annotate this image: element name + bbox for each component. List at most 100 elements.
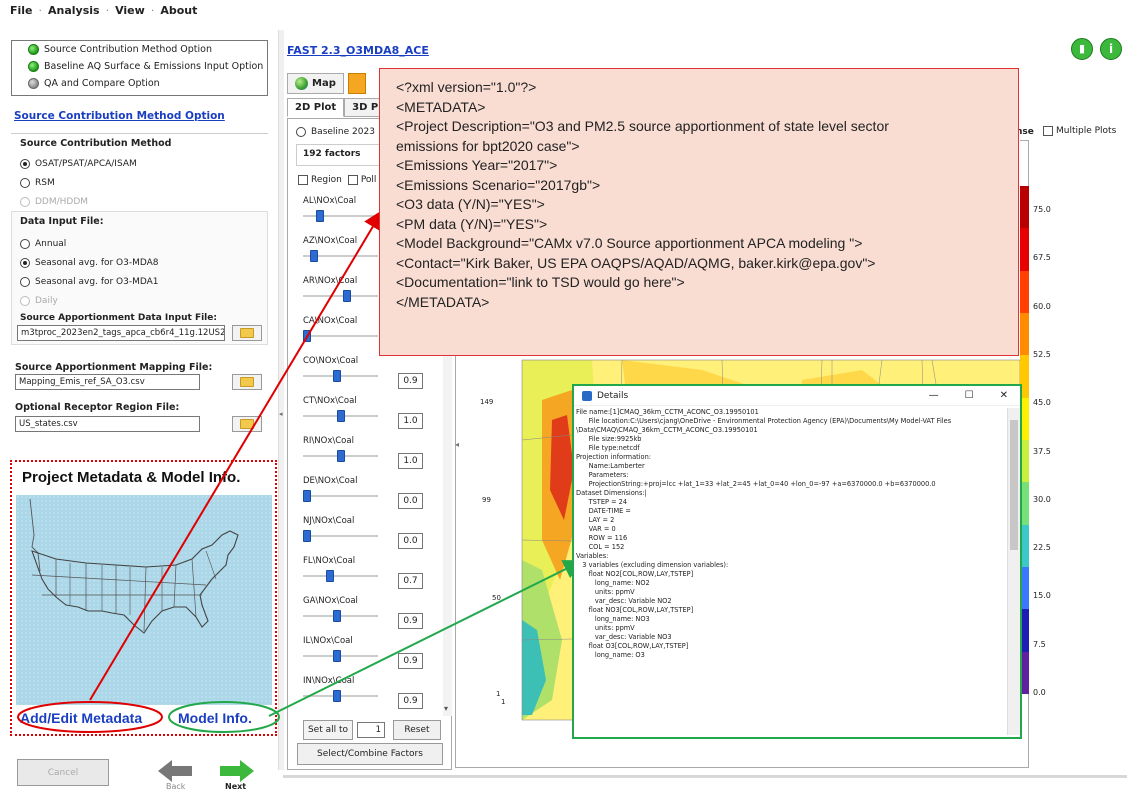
radio-mda1[interactable]: Seasonal avg. for O3-MDA1 xyxy=(20,272,159,291)
sa-input-label: Source Apportionment Data Input File: xyxy=(20,313,217,323)
receptor-field[interactable]: US_states.csv xyxy=(15,416,200,432)
help-book-icon[interactable]: ▮ xyxy=(1071,38,1093,60)
info-icon[interactable]: i xyxy=(1100,38,1122,60)
radio-annual[interactable]: Annual xyxy=(20,234,159,253)
radio-rsm[interactable]: RSM xyxy=(20,173,137,192)
slider-track xyxy=(303,215,378,217)
factor-slider[interactable] xyxy=(303,450,378,462)
factor-slider[interactable] xyxy=(303,610,378,622)
factor-slider[interactable] xyxy=(303,290,378,302)
factor-slider[interactable] xyxy=(303,250,378,262)
factor-slider[interactable] xyxy=(303,210,378,222)
factor-value-input[interactable]: 0.7 xyxy=(398,573,423,589)
factor-slider[interactable] xyxy=(303,650,378,662)
details-body: File name:[1]CMAQ_36km_CCTM_ACONC_O3.199… xyxy=(576,408,1005,735)
select-combine-button[interactable]: Select/Combine Factors xyxy=(297,743,443,765)
slider-track xyxy=(303,335,378,337)
slider-thumb[interactable] xyxy=(333,650,341,662)
factor-value-input[interactable]: 0.9 xyxy=(398,373,423,389)
radio-baseline[interactable]: Baseline 2023 xyxy=(296,122,375,141)
factor-value-input[interactable]: 0.9 xyxy=(398,653,423,669)
factor-slider[interactable] xyxy=(303,330,378,342)
details-scrollbar[interactable] xyxy=(1007,408,1020,735)
slider-thumb[interactable] xyxy=(310,250,318,262)
set-all-button[interactable]: Set all to xyxy=(303,720,353,740)
tree-item-baseline-aq[interactable]: Baseline AQ Surface & Emissions Input Op… xyxy=(12,58,267,75)
minimize-icon[interactable]: — xyxy=(929,390,939,401)
radio-osat[interactable]: OSAT/PSAT/APCA/ISAM xyxy=(20,154,137,173)
browse-sa-button[interactable] xyxy=(232,325,262,341)
cancel-button[interactable]: Cancel xyxy=(17,759,109,786)
receptor-label: Optional Receptor Region File: xyxy=(15,402,180,413)
slider-thumb[interactable] xyxy=(303,490,311,502)
menu-about[interactable]: About xyxy=(160,4,197,17)
browse-mapping-button[interactable] xyxy=(232,374,262,390)
browse-receptor-button[interactable] xyxy=(232,416,262,432)
factor-value-input[interactable]: 0.9 xyxy=(398,693,423,709)
factor-slider[interactable] xyxy=(303,370,378,382)
slider-thumb[interactable] xyxy=(337,450,345,462)
pollutant-label: Poll xyxy=(360,175,377,185)
tab-map[interactable]: Map xyxy=(287,73,344,94)
chart-icon[interactable] xyxy=(347,73,366,94)
slider-thumb[interactable] xyxy=(333,370,341,382)
mapping-field[interactable]: Mapping_Emis_ref_SA_O3.csv xyxy=(15,374,200,390)
tree-item-qa-compare[interactable]: QA and Compare Option xyxy=(12,75,267,92)
region-checkbox[interactable] xyxy=(298,175,308,185)
slider-thumb[interactable] xyxy=(333,610,341,622)
colorbar-segment xyxy=(1020,270,1029,313)
slider-thumb[interactable] xyxy=(303,330,311,342)
slider-thumb[interactable] xyxy=(316,210,324,222)
y-tick-1: 1 xyxy=(496,690,501,698)
radio-ddm: DDM/HDDM xyxy=(20,192,137,211)
factor-value-input[interactable]: 1.0 xyxy=(398,453,423,469)
slider-thumb[interactable] xyxy=(337,410,345,422)
globe-icon xyxy=(295,77,308,90)
splitter-arrow-icon[interactable]: ◂ xyxy=(279,410,283,418)
slider-thumb[interactable] xyxy=(326,570,334,582)
tab-2d-plot[interactable]: 2D Plot xyxy=(287,98,345,117)
x-tick-1: 1 xyxy=(501,698,506,706)
maximize-icon[interactable]: ☐ xyxy=(965,390,974,401)
colorbar-tick-label: 52.5 xyxy=(1033,349,1051,359)
factor-value-input[interactable]: 0.9 xyxy=(398,613,423,629)
details-window: Details — ☐ ✕ File name:[1]CMAQ_36km_CCT… xyxy=(572,384,1022,739)
sa-input-field[interactable]: m3tproc_2023en2_tags_apca_cb6r4_11g.12US… xyxy=(17,325,225,341)
slider-thumb[interactable] xyxy=(333,690,341,702)
radio-label: DDM/HDDM xyxy=(35,196,89,207)
navigation-tree: Source Contribution Method Option Baseli… xyxy=(11,40,268,96)
multiple-plots-option[interactable]: Multiple Plots xyxy=(1043,126,1116,136)
factor-value-input[interactable]: 1.0 xyxy=(398,413,423,429)
factor-value-input[interactable]: 0.0 xyxy=(398,533,423,549)
factor-slider[interactable] xyxy=(303,490,378,502)
reset-button[interactable]: Reset xyxy=(393,720,441,740)
slider-thumb[interactable] xyxy=(343,290,351,302)
factor-slider[interactable] xyxy=(303,690,378,702)
slider-thumb[interactable] xyxy=(303,530,311,542)
metadata-line: </METADATA> xyxy=(396,293,490,310)
project-title-link[interactable]: FAST 2.3_O3MDA8_ACE xyxy=(287,44,429,57)
menu-file[interactable]: File xyxy=(10,4,33,17)
factor-slider[interactable] xyxy=(303,530,378,542)
set-all-input[interactable]: 1 xyxy=(357,722,385,738)
section-link[interactable]: Source Contribution Method Option xyxy=(14,110,225,122)
menu-view[interactable]: View xyxy=(115,4,145,17)
scrollbar-thumb[interactable] xyxy=(1010,420,1018,550)
scroll-down-icon[interactable]: ▾ xyxy=(444,704,448,713)
left-splitter[interactable] xyxy=(278,30,284,770)
factor-slider[interactable] xyxy=(303,410,378,422)
pollutant-checkbox[interactable] xyxy=(347,175,358,185)
factor-value-input[interactable]: 0.0 xyxy=(398,493,423,509)
menu-analysis[interactable]: Analysis xyxy=(48,4,100,17)
slider-track xyxy=(303,295,378,297)
colorbar-segment xyxy=(1020,228,1029,271)
tree-item-label: QA and Compare Option xyxy=(44,78,160,89)
radio-mda8[interactable]: Seasonal avg. for O3-MDA8 xyxy=(20,253,159,272)
plot-splitter-arrow-icon[interactable]: ◂ xyxy=(455,440,459,449)
tree-item-source-contribution[interactable]: Source Contribution Method Option xyxy=(12,41,267,58)
y-tick-149: 149 xyxy=(480,398,494,406)
multiple-plots-checkbox[interactable] xyxy=(1043,126,1053,136)
factor-slider[interactable] xyxy=(303,570,378,582)
radio-indicator xyxy=(20,158,30,169)
close-icon[interactable]: ✕ xyxy=(1000,390,1008,401)
